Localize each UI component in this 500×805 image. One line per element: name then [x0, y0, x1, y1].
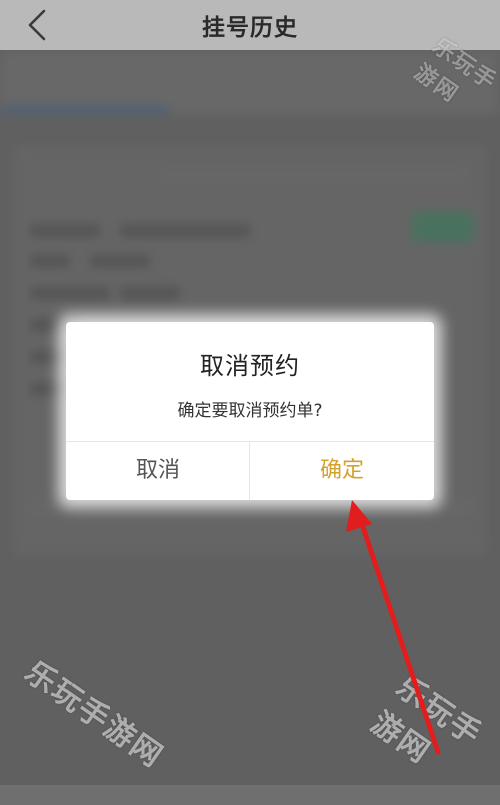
dialog-message: 确定要取消预约单? — [177, 401, 323, 421]
dialog-title: 取消预约 — [200, 352, 300, 380]
confirm-button[interactable]: 确定 — [250, 442, 434, 500]
cancel-appointment-dialog: 取消预约 确定要取消预约单? 取消 确定 — [66, 322, 434, 500]
cancel-button[interactable]: 取消 — [66, 442, 250, 500]
